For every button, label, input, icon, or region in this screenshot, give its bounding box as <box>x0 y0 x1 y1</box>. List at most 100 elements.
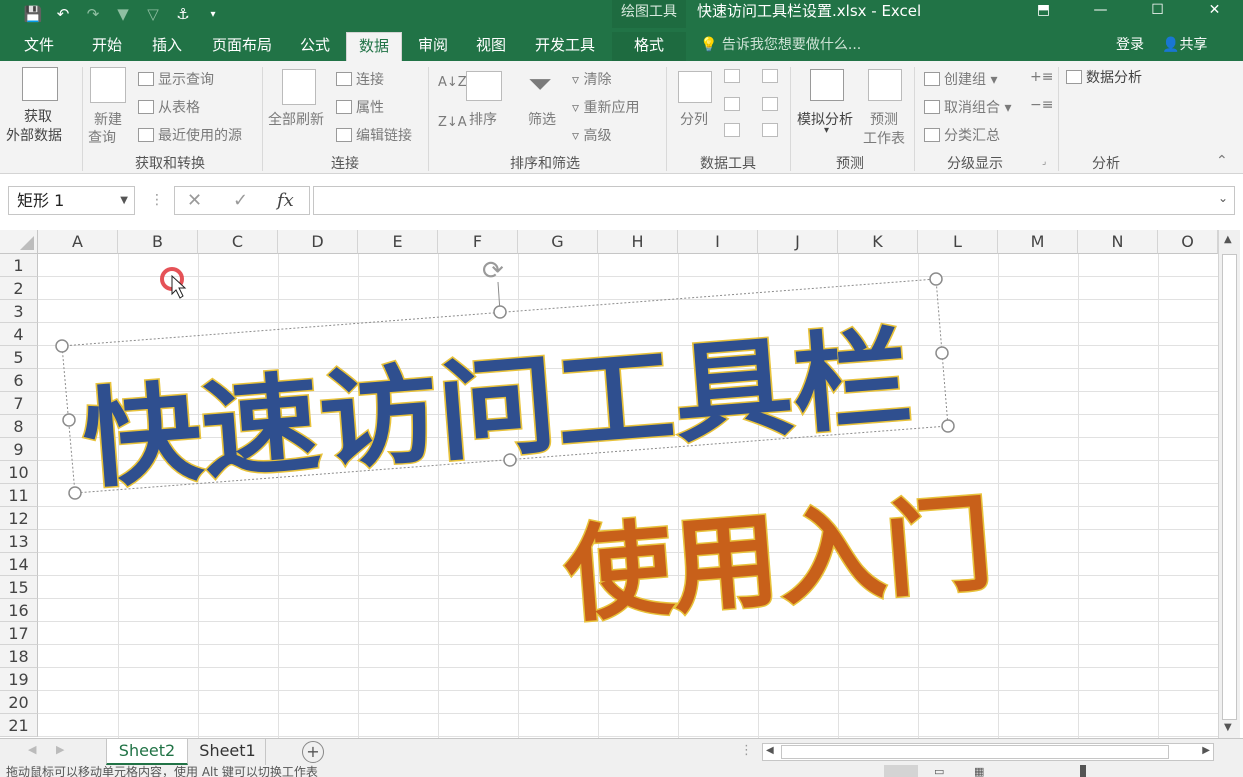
filter-button[interactable]: 筛选 <box>528 109 556 129</box>
outline-dialog-launcher-icon[interactable]: ⌟ <box>1042 157 1046 167</box>
cancel-icon[interactable]: ✕ <box>187 187 202 214</box>
consolidate-icon[interactable] <box>762 69 778 83</box>
row-header-7[interactable]: 7 <box>0 392 38 415</box>
select-all-corner[interactable] <box>0 230 38 254</box>
tab-developer[interactable]: 开发工具 <box>526 32 604 61</box>
column-header-o[interactable]: O <box>1158 230 1218 254</box>
edit-links-button[interactable]: 编辑链接 <box>336 125 412 145</box>
redo-icon[interactable]: ↷ <box>78 5 108 23</box>
minimize-icon[interactable]: — <box>1072 0 1129 28</box>
sheet-tab-sheet1[interactable]: Sheet1 <box>190 739 266 765</box>
flash-fill-icon[interactable] <box>724 69 740 83</box>
row-header-19[interactable]: 19 <box>0 668 38 691</box>
column-header-i[interactable]: I <box>678 230 758 254</box>
column-header-e[interactable]: E <box>358 230 438 254</box>
insert-function-button[interactable]: fx <box>277 187 294 214</box>
enter-icon[interactable]: ✓ <box>233 187 248 214</box>
clear-filter-icon[interactable]: ▽ <box>138 5 168 23</box>
row-header-8[interactable]: 8 <box>0 415 38 438</box>
row-header-6[interactable]: 6 <box>0 369 38 392</box>
tab-home[interactable]: 开始 <box>82 32 132 61</box>
scroll-left-icon[interactable]: ◀ <box>766 745 774 756</box>
vertical-scroll-thumb[interactable] <box>1222 254 1237 720</box>
remove-duplicates-icon[interactable] <box>724 97 740 111</box>
column-header-h[interactable]: H <box>598 230 678 254</box>
subtotal-button[interactable]: 分类汇总 <box>924 125 1000 145</box>
from-table-button[interactable]: 从表格 <box>138 97 200 117</box>
tab-formulas[interactable]: 公式 <box>290 32 340 61</box>
column-header-b[interactable]: B <box>118 230 198 254</box>
horizontal-scrollbar[interactable]: ◀ ▶ <box>762 743 1214 761</box>
normal-view-icon[interactable] <box>884 765 918 777</box>
customize-qat-icon[interactable]: ▾ <box>198 9 228 20</box>
sign-in-link[interactable]: 登录 <box>1116 32 1144 58</box>
ribbon-display-icon[interactable]: ⬒ <box>1015 0 1072 28</box>
horizontal-scroll-thumb[interactable] <box>781 745 1169 759</box>
name-box[interactable]: 矩形 1 ▼ <box>8 186 135 215</box>
share-button[interactable]: 👤共享 <box>1162 32 1207 58</box>
refresh-all-button[interactable]: 全部刷新 <box>268 109 324 129</box>
column-header-m[interactable]: M <box>998 230 1078 254</box>
tab-format[interactable]: 格式 <box>612 32 686 61</box>
tab-split-handle-icon[interactable]: ⋮ <box>740 743 753 758</box>
forecast-line1[interactable]: 预测 <box>870 109 898 129</box>
scroll-up-icon[interactable]: ▲ <box>1224 234 1232 245</box>
hide-detail-icon[interactable]: −≡ <box>1030 97 1053 113</box>
collapse-ribbon-icon[interactable]: ⌃ <box>1216 153 1228 169</box>
tab-view[interactable]: 视图 <box>466 32 516 61</box>
sort-za-icon[interactable]: Z↓A <box>438 115 467 130</box>
page-break-view-icon[interactable]: ▦ <box>974 765 984 777</box>
column-header-a[interactable]: A <box>38 230 118 254</box>
expand-formula-icon[interactable]: ⌄ <box>1218 191 1228 205</box>
maximize-icon[interactable]: ☐ <box>1129 0 1186 28</box>
page-layout-view-icon[interactable]: ▭ <box>934 765 944 777</box>
show-detail-icon[interactable]: +≡ <box>1030 69 1053 85</box>
sort-button[interactable]: 排序 <box>469 109 497 129</box>
column-header-f[interactable]: F <box>438 230 518 254</box>
formula-bar-resize-icon[interactable]: ⋮ <box>150 192 164 208</box>
column-header-l[interactable]: L <box>918 230 998 254</box>
chevron-down-icon[interactable]: ▼ <box>120 187 128 214</box>
zoom-slider-thumb[interactable] <box>1080 765 1086 777</box>
connections-button[interactable]: 连接 <box>336 69 384 89</box>
group-button[interactable]: 创建组 ▾ <box>924 69 997 89</box>
row-header-11[interactable]: 11 <box>0 484 38 507</box>
close-icon[interactable]: ✕ <box>1186 0 1243 28</box>
sort-az-icon[interactable]: A↓Z <box>438 75 467 90</box>
row-header-9[interactable]: 9 <box>0 438 38 461</box>
worksheet-grid[interactable]: ▲ ▼ A B C D E F G H I J K L M N O 1 2 3 4 5 6 7 8 9 10 11 12 13 14 15… <box>0 230 1243 738</box>
column-header-j[interactable]: J <box>758 230 838 254</box>
row-header-18[interactable]: 18 <box>0 645 38 668</box>
new-query-line1[interactable]: 新建 <box>94 109 122 129</box>
reapply-button[interactable]: ▿ 重新应用 <box>572 97 639 117</box>
row-header-13[interactable]: 13 <box>0 530 38 553</box>
show-queries-button[interactable]: 显示查询 <box>138 69 214 89</box>
row-header-21[interactable]: 21 <box>0 714 38 737</box>
text-to-columns-button[interactable]: 分列 <box>680 109 708 129</box>
tab-page-layout[interactable]: 页面布局 <box>204 32 280 61</box>
new-query-line2[interactable]: 查询 <box>88 127 116 147</box>
column-header-k[interactable]: K <box>838 230 918 254</box>
row-header-15[interactable]: 15 <box>0 576 38 599</box>
row-header-10[interactable]: 10 <box>0 461 38 484</box>
get-external-line1[interactable]: 获取 <box>24 106 52 126</box>
row-header-17[interactable]: 17 <box>0 622 38 645</box>
sheet-tab-sheet2[interactable]: Sheet2 <box>106 739 188 765</box>
new-sheet-button[interactable]: + <box>302 741 324 763</box>
next-sheet-icon[interactable]: ▶ <box>56 743 64 756</box>
data-model-icon[interactable] <box>762 123 778 137</box>
scroll-right-icon[interactable]: ▶ <box>1202 745 1210 756</box>
column-header-g[interactable]: G <box>518 230 598 254</box>
properties-button[interactable]: 属性 <box>336 97 384 117</box>
data-validation-icon[interactable] <box>724 123 740 137</box>
formula-input[interactable]: ⌄ <box>313 186 1235 215</box>
what-if-dropdown-icon[interactable]: ▾ <box>824 125 829 136</box>
row-header-16[interactable]: 16 <box>0 599 38 622</box>
tab-review[interactable]: 审阅 <box>408 32 458 61</box>
column-header-c[interactable]: C <box>198 230 278 254</box>
advanced-button[interactable]: ▿ 高级 <box>572 125 611 145</box>
row-header-3[interactable]: 3 <box>0 300 38 323</box>
clear-button[interactable]: ▿ 清除 <box>572 69 611 89</box>
get-external-line2[interactable]: 外部数据 <box>6 125 62 145</box>
vertical-scrollbar[interactable]: ▲ ▼ <box>1218 230 1240 738</box>
